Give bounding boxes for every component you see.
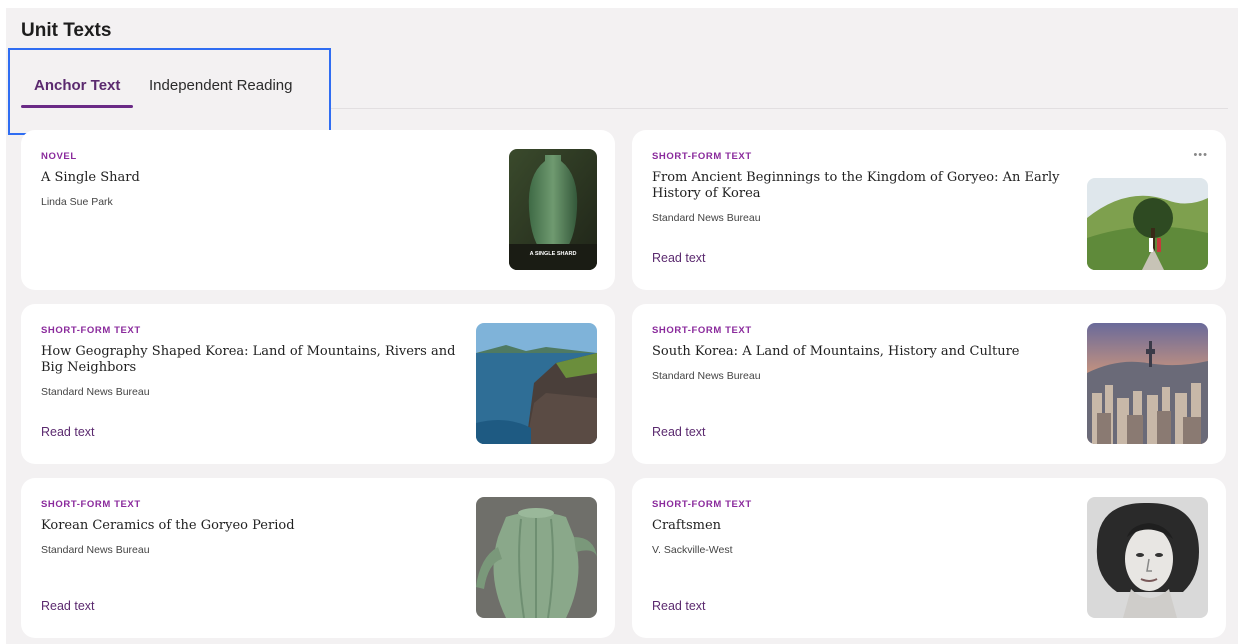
card-title[interactable]: A Single Shard	[41, 170, 481, 186]
card-title[interactable]: Korean Ceramics of the Goryeo Period	[41, 518, 471, 534]
read-text-link[interactable]: Read text	[41, 599, 95, 613]
card-category: SHORT-FORM TEXT	[652, 499, 752, 510]
text-card[interactable]: SHORT-FORM TEXT Craftsmen V. Sackville-W…	[632, 478, 1226, 638]
card-title[interactable]: South Korea: A Land of Mountains, Histor…	[652, 344, 1072, 360]
book-cover-image[interactable]: A SINGLE SHARD	[509, 149, 597, 270]
article-image[interactable]	[1087, 323, 1208, 444]
tabs-divider	[331, 108, 1228, 109]
text-card[interactable]: NOVEL A Single Shard Linda Sue Park A SI…	[21, 130, 615, 290]
text-card[interactable]: SHORT-FORM TEXT Korean Ceramics of the G…	[21, 478, 615, 638]
card-category: SHORT-FORM TEXT	[41, 325, 141, 336]
tab-independent-reading[interactable]: Independent Reading	[149, 77, 292, 94]
text-card[interactable]: SHORT-FORM TEXT How Geography Shaped Kor…	[21, 304, 615, 464]
card-title[interactable]: How Geography Shaped Korea: Land of Moun…	[41, 344, 471, 376]
card-author: Standard News Bureau	[41, 544, 150, 556]
card-author: V. Sackville-West	[652, 544, 733, 556]
card-category: NOVEL	[41, 151, 77, 162]
text-card[interactable]: SHORT-FORM TEXT South Korea: A Land of M…	[632, 304, 1226, 464]
read-text-link[interactable]: Read text	[652, 599, 706, 613]
active-tab-indicator	[21, 105, 133, 108]
card-author: Standard News Bureau	[652, 212, 761, 224]
page-title: Unit Texts	[21, 20, 112, 41]
card-category: SHORT-FORM TEXT	[652, 151, 752, 162]
card-author: Linda Sue Park	[41, 196, 113, 208]
unit-texts-panel: Unit Texts Anchor Text Independent Readi…	[6, 8, 1238, 644]
card-title[interactable]: From Ancient Beginnings to the Kingdom o…	[652, 170, 1062, 202]
article-image[interactable]	[476, 497, 597, 618]
read-text-link[interactable]: Read text	[652, 251, 706, 265]
more-icon[interactable]: •••	[1193, 149, 1208, 161]
card-category: SHORT-FORM TEXT	[652, 325, 752, 336]
read-text-link[interactable]: Read text	[41, 425, 95, 439]
article-image[interactable]	[1087, 178, 1208, 270]
card-category: SHORT-FORM TEXT	[41, 499, 141, 510]
article-image[interactable]	[476, 323, 597, 444]
cover-title-text: A SINGLE SHARD	[530, 251, 577, 257]
tab-anchor-text[interactable]: Anchor Text	[34, 77, 120, 94]
card-title[interactable]: Craftsmen	[652, 518, 1072, 534]
author-portrait-image[interactable]	[1087, 497, 1208, 618]
read-text-link[interactable]: Read text	[652, 425, 706, 439]
card-author: Standard News Bureau	[652, 370, 761, 382]
card-author: Standard News Bureau	[41, 386, 150, 398]
text-card[interactable]: SHORT-FORM TEXT From Ancient Beginnings …	[632, 130, 1226, 290]
